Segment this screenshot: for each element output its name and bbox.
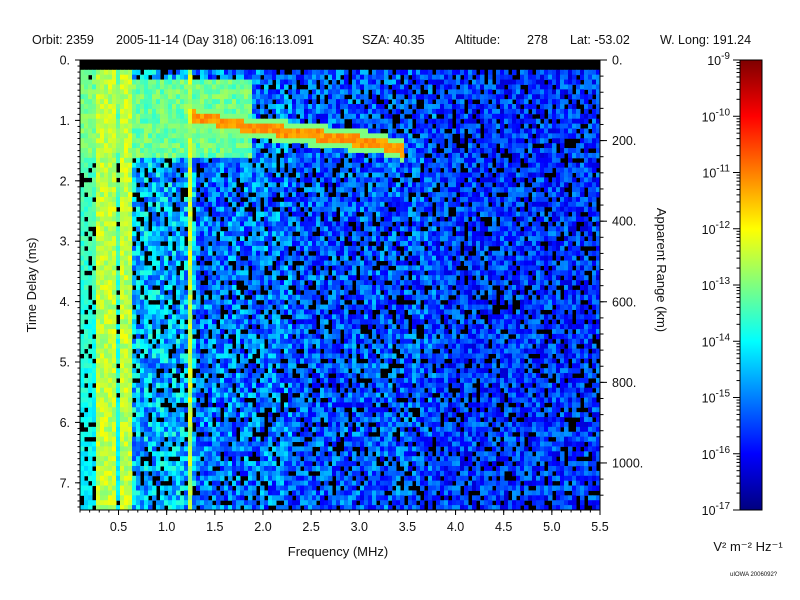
colorbar-tick-label: 10-16 — [702, 445, 731, 462]
y-tick-label: 0. — [60, 54, 70, 68]
x-tick-label: 4.0 — [447, 520, 464, 534]
x-tick-label: 5.5 — [591, 520, 608, 534]
ionogram-figure: 0.5 1.0 1.5 2.0 2.5 3.0 3.5 4.0 4.5 5.0 5.5 Frequen… — [24, 51, 784, 559]
ionogram-heatmap — [80, 60, 601, 511]
x-tick-label: 2.5 — [302, 520, 319, 534]
y-axis-title: Time Delay (ms) — [24, 238, 39, 333]
y-tick-label: 5. — [60, 356, 70, 370]
y-tick-label: 3. — [60, 235, 70, 249]
y-tick-label: 1. — [60, 114, 70, 128]
x-tick-label: 3.0 — [351, 520, 368, 534]
x-tick-label: 3.5 — [399, 520, 416, 534]
y-tick-label: 4. — [60, 295, 70, 309]
credit-label: uIOWA 2006092? — [730, 572, 778, 578]
y-tick-label: 2. — [60, 174, 70, 188]
x-tick-label: 1.0 — [158, 520, 175, 534]
colorbar-tick-label: 10-17 — [702, 501, 731, 518]
y-tick-label: 7. — [60, 476, 70, 490]
colorbar-tick-label: 10-13 — [702, 276, 731, 293]
y2-tick-label: 400. — [612, 215, 636, 229]
colorbar-tick-label: 10-11 — [702, 164, 730, 181]
x-tick-label: 5.0 — [543, 520, 560, 534]
colorbar-scale — [739, 59, 763, 511]
x-axis-title: Frequency (MHz) — [288, 544, 388, 559]
x-tick-label: 4.5 — [495, 520, 512, 534]
y2-tick-label: 1000. — [612, 456, 643, 470]
colorbar: 10-9 10-10 10-11 10-12 10-13 10-14 10-15 10-16 1… — [702, 51, 784, 554]
x-tick-label: 2.0 — [254, 520, 271, 534]
y2-tick-label: 200. — [612, 134, 636, 148]
x-tick-label: 1.5 — [206, 520, 223, 534]
y2-tick-label: 600. — [612, 295, 636, 309]
colorbar-tick-label: 10-14 — [702, 332, 731, 349]
colorbar-units-label: V² m⁻² Hz⁻¹ — [713, 539, 783, 554]
colorbar-tick-label: 10-12 — [702, 220, 731, 237]
colorbar-tick-label: 10-9 — [707, 51, 730, 68]
y2-axis-title: Apparent Range (km) — [654, 208, 669, 332]
colorbar-tick-label: 10-15 — [702, 389, 731, 406]
colorbar-tick-label: 10-10 — [702, 107, 731, 124]
x-tick-label: 0.5 — [110, 520, 127, 534]
y-tick-label: 6. — [60, 416, 70, 430]
y2-tick-label: 0. — [612, 54, 622, 68]
y2-tick-label: 800. — [612, 376, 636, 390]
